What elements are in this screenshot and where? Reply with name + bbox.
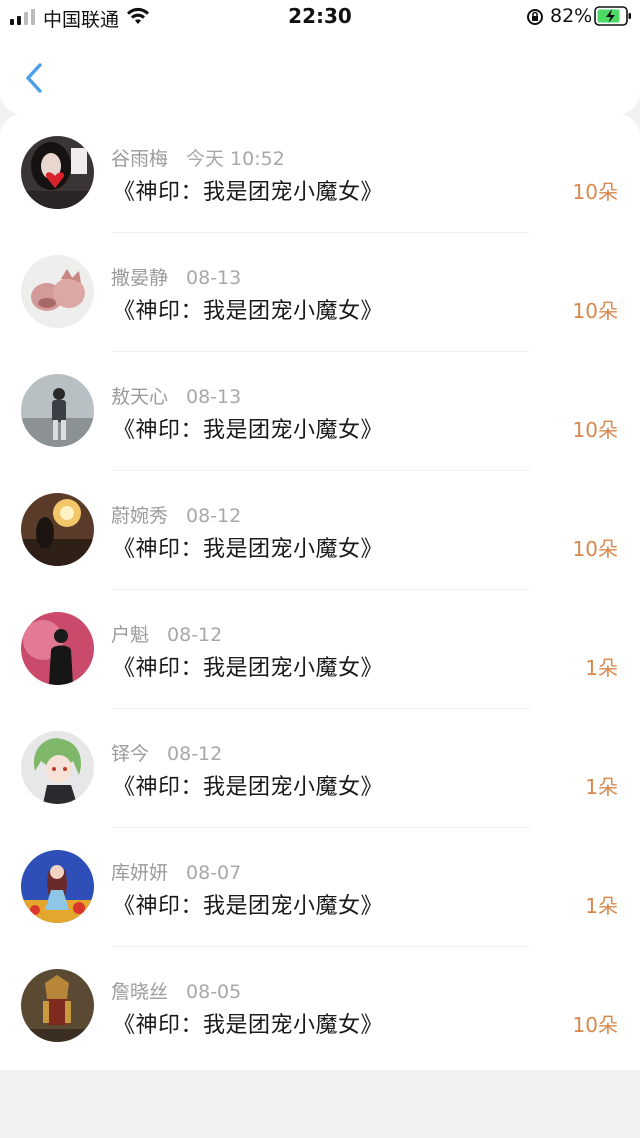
item-meta: 库妍妍 08-07 <box>111 858 241 885</box>
list-item[interactable]: 户魁 08-12 《神印：我是团宠小魔女》 1朵 <box>0 590 640 709</box>
item-meta: 詹晓丝 08-05 <box>111 977 241 1004</box>
item-meta: 铎今 08-12 <box>111 739 222 766</box>
user-name: 敖天心 <box>111 386 169 408</box>
item-date: 08-12 <box>167 624 223 646</box>
item-meta: 蔚婉秀 08-12 <box>111 501 241 528</box>
avatar[interactable] <box>21 493 94 566</box>
list-item[interactable]: 詹晓丝 08-05 《神印：我是团宠小魔女》 10朵 <box>0 947 640 1066</box>
item-meta: 谷雨梅 今天 10:52 <box>111 144 285 171</box>
item-meta: 敖天心 08-13 <box>111 382 241 409</box>
flower-count: 10朵 <box>572 418 618 442</box>
book-title: 《神印：我是团宠小魔女》 <box>113 656 384 681</box>
orientation-lock-icon <box>527 9 543 25</box>
flower-count: 1朵 <box>585 656 618 680</box>
status-bar: 中国联通 22:30 82% <box>0 0 640 36</box>
item-date: 08-05 <box>186 981 242 1003</box>
book-title: 《神印：我是团宠小魔女》 <box>113 180 384 205</box>
list-item[interactable]: 谷雨梅 今天 10:52 《神印：我是团宠小魔女》 10朵 <box>0 114 640 233</box>
avatar[interactable] <box>21 850 94 923</box>
book-title: 《神印：我是团宠小魔女》 <box>113 418 384 443</box>
list-item[interactable]: 撒晏静 08-13 《神印：我是团宠小魔女》 10朵 <box>0 233 640 352</box>
book-title: 《神印：我是团宠小魔女》 <box>113 894 384 919</box>
user-name: 户魁 <box>111 624 150 646</box>
book-title: 《神印：我是团宠小魔女》 <box>113 1013 384 1038</box>
avatar[interactable] <box>21 255 94 328</box>
flower-count: 1朵 <box>585 894 618 918</box>
list-item[interactable]: 敖天心 08-13 《神印：我是团宠小魔女》 10朵 <box>0 352 640 471</box>
flower-count: 10朵 <box>572 1013 618 1037</box>
back-button[interactable] <box>18 58 52 98</box>
avatar[interactable] <box>21 136 94 209</box>
item-meta: 户魁 08-12 <box>111 620 222 647</box>
item-date: 今天 10:52 <box>186 148 285 170</box>
item-date: 08-13 <box>186 267 242 289</box>
user-name: 蔚婉秀 <box>111 505 169 527</box>
clock: 22:30 <box>288 4 352 28</box>
battery-percentage: 82% <box>550 5 593 27</box>
reward-list: 谷雨梅 今天 10:52 《神印：我是团宠小魔女》 10朵 撒晏静 08-13 《神… <box>0 114 640 1070</box>
user-name: 库妍妍 <box>111 862 169 884</box>
book-title: 《神印：我是团宠小魔女》 <box>113 537 384 562</box>
item-date: 08-07 <box>186 862 242 884</box>
user-name: 铎今 <box>111 743 150 765</box>
nav-header <box>0 36 640 114</box>
flower-count: 1朵 <box>585 775 618 799</box>
flower-count: 10朵 <box>572 180 618 204</box>
user-name: 詹晓丝 <box>111 981 169 1003</box>
item-date: 08-13 <box>186 386 242 408</box>
list-item[interactable]: 蔚婉秀 08-12 《神印：我是团宠小魔女》 10朵 <box>0 471 640 590</box>
book-title: 《神印：我是团宠小魔女》 <box>113 775 384 800</box>
avatar[interactable] <box>21 731 94 804</box>
list-item[interactable]: 铎今 08-12 《神印：我是团宠小魔女》 1朵 <box>0 709 640 828</box>
avatar[interactable] <box>21 612 94 685</box>
book-title: 《神印：我是团宠小魔女》 <box>113 299 384 324</box>
item-date: 08-12 <box>186 505 242 527</box>
flower-count: 10朵 <box>572 537 618 561</box>
avatar[interactable] <box>21 374 94 447</box>
avatar[interactable] <box>21 969 94 1042</box>
battery-charging-icon <box>594 6 631 26</box>
item-date: 08-12 <box>167 743 223 765</box>
list-item[interactable]: 库妍妍 08-07 《神印：我是团宠小魔女》 1朵 <box>0 828 640 947</box>
flower-count: 10朵 <box>572 299 618 323</box>
user-name: 谷雨梅 <box>111 148 169 170</box>
item-meta: 撒晏静 08-13 <box>111 263 241 290</box>
user-name: 撒晏静 <box>111 267 169 289</box>
